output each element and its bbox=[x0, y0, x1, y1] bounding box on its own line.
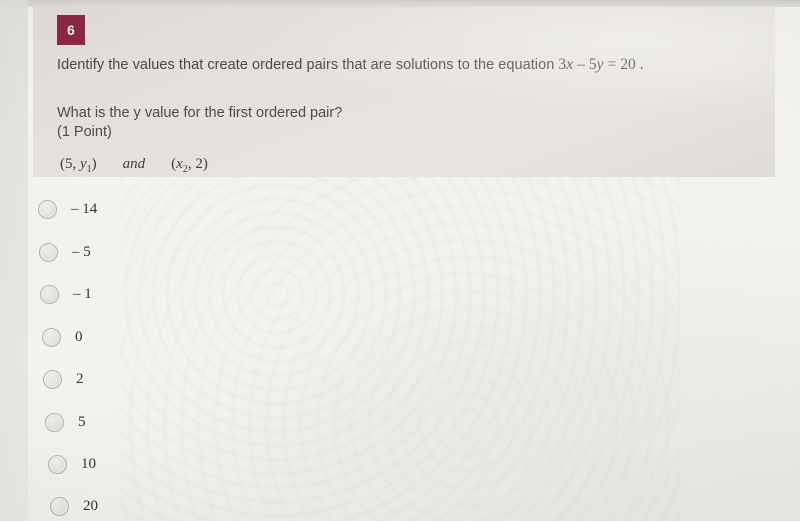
radio-button-icon[interactable] bbox=[45, 412, 64, 432]
ordered-pairs-expression: (5, y1) and (x2, 2) bbox=[60, 156, 208, 175]
pair1-close: ) bbox=[91, 156, 97, 172]
radio-button-icon[interactable] bbox=[42, 327, 61, 347]
answer-option-label: 2 bbox=[76, 370, 84, 387]
radio-button-icon[interactable] bbox=[40, 284, 59, 304]
equation-result: 20 bbox=[620, 56, 636, 73]
radio-button-icon[interactable] bbox=[43, 369, 62, 389]
radio-button-icon[interactable] bbox=[38, 199, 57, 219]
radio-button-icon[interactable] bbox=[39, 242, 58, 262]
answer-option-label: 0 bbox=[75, 328, 83, 345]
answer-option-row[interactable]: 2 bbox=[43, 367, 84, 391]
pairs-conjunction: and bbox=[122, 156, 146, 172]
radio-button-icon[interactable] bbox=[48, 454, 67, 474]
equation-period: . bbox=[639, 56, 644, 73]
answer-option-row[interactable]: 10 bbox=[48, 452, 96, 476]
equation-term2-coefficient: 5 bbox=[588, 56, 597, 73]
answer-option-label: 20 bbox=[83, 497, 98, 514]
question-points-label: (1 Point) bbox=[57, 124, 112, 140]
answer-option-row[interactable]: 20 bbox=[50, 494, 98, 518]
sub-question-text: What is the y value for the first ordere… bbox=[57, 105, 343, 121]
answer-option-row[interactable]: – 1 bbox=[40, 282, 92, 306]
equation-operator1: – bbox=[577, 56, 585, 73]
answer-option-label: – 1 bbox=[73, 285, 92, 302]
answer-option-row[interactable]: – 5 bbox=[39, 240, 91, 264]
pair1-variable: y bbox=[80, 156, 87, 172]
question-stem-text: Identify the values that create ordered … bbox=[57, 57, 559, 73]
answer-option-label: – 5 bbox=[72, 243, 91, 260]
top-edge-band bbox=[0, 0, 800, 7]
equation-equals: = bbox=[607, 56, 617, 73]
equation-term2-variable: y bbox=[596, 56, 604, 73]
pair2-close: , 2) bbox=[187, 156, 208, 172]
answer-option-label: 10 bbox=[81, 455, 96, 472]
ordered-pair-2: (x2, 2) bbox=[171, 156, 208, 175]
pair1-open: (5, bbox=[60, 156, 80, 172]
quiz-question-screenshot: 6 Identify the values that create ordere… bbox=[0, 0, 800, 521]
question-stem: Identify the values that create ordered … bbox=[57, 56, 644, 74]
left-gutter-strip bbox=[0, 0, 28, 521]
question-card: 6 Identify the values that create ordere… bbox=[33, 7, 775, 177]
answer-option-row[interactable]: 0 bbox=[42, 325, 83, 349]
answer-option-row[interactable]: 5 bbox=[45, 410, 86, 434]
answer-option-row[interactable]: – 14 bbox=[38, 197, 97, 221]
answer-option-label: 5 bbox=[78, 413, 86, 430]
pair2-variable: x bbox=[176, 156, 183, 172]
radio-button-icon[interactable] bbox=[50, 496, 69, 516]
answer-option-label: – 14 bbox=[71, 200, 98, 217]
ordered-pair-1: (5, y1) bbox=[60, 156, 97, 175]
question-number-badge: 6 bbox=[57, 15, 85, 45]
